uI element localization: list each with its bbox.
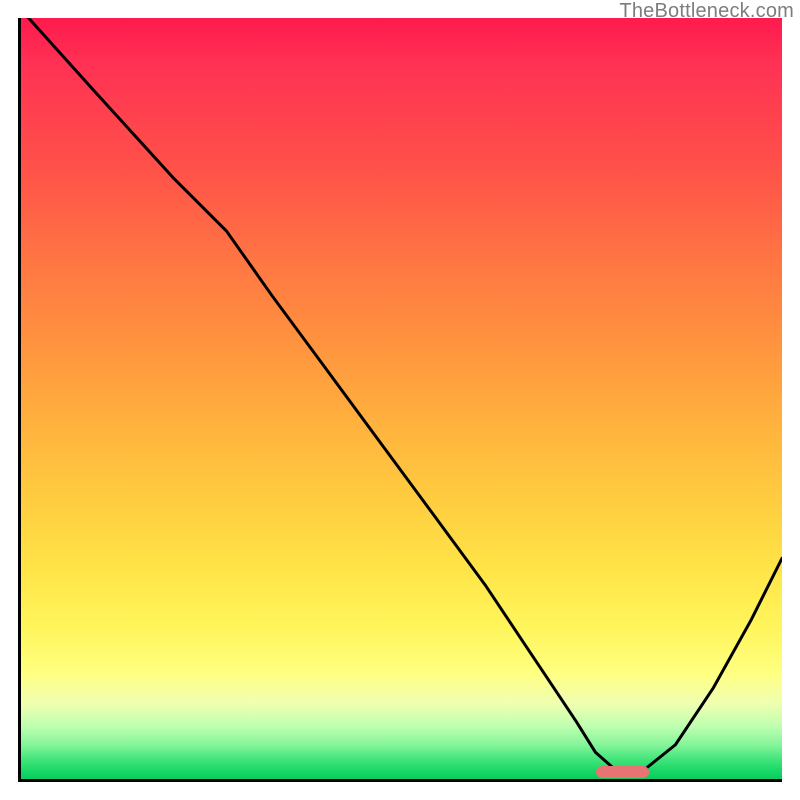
- background-gradient: [21, 18, 782, 779]
- plot-area: [18, 18, 782, 782]
- chart-container: TheBottleneck.com: [0, 0, 800, 800]
- optimum-marker: [596, 766, 650, 778]
- watermark-text: TheBottleneck.com: [619, 0, 794, 23]
